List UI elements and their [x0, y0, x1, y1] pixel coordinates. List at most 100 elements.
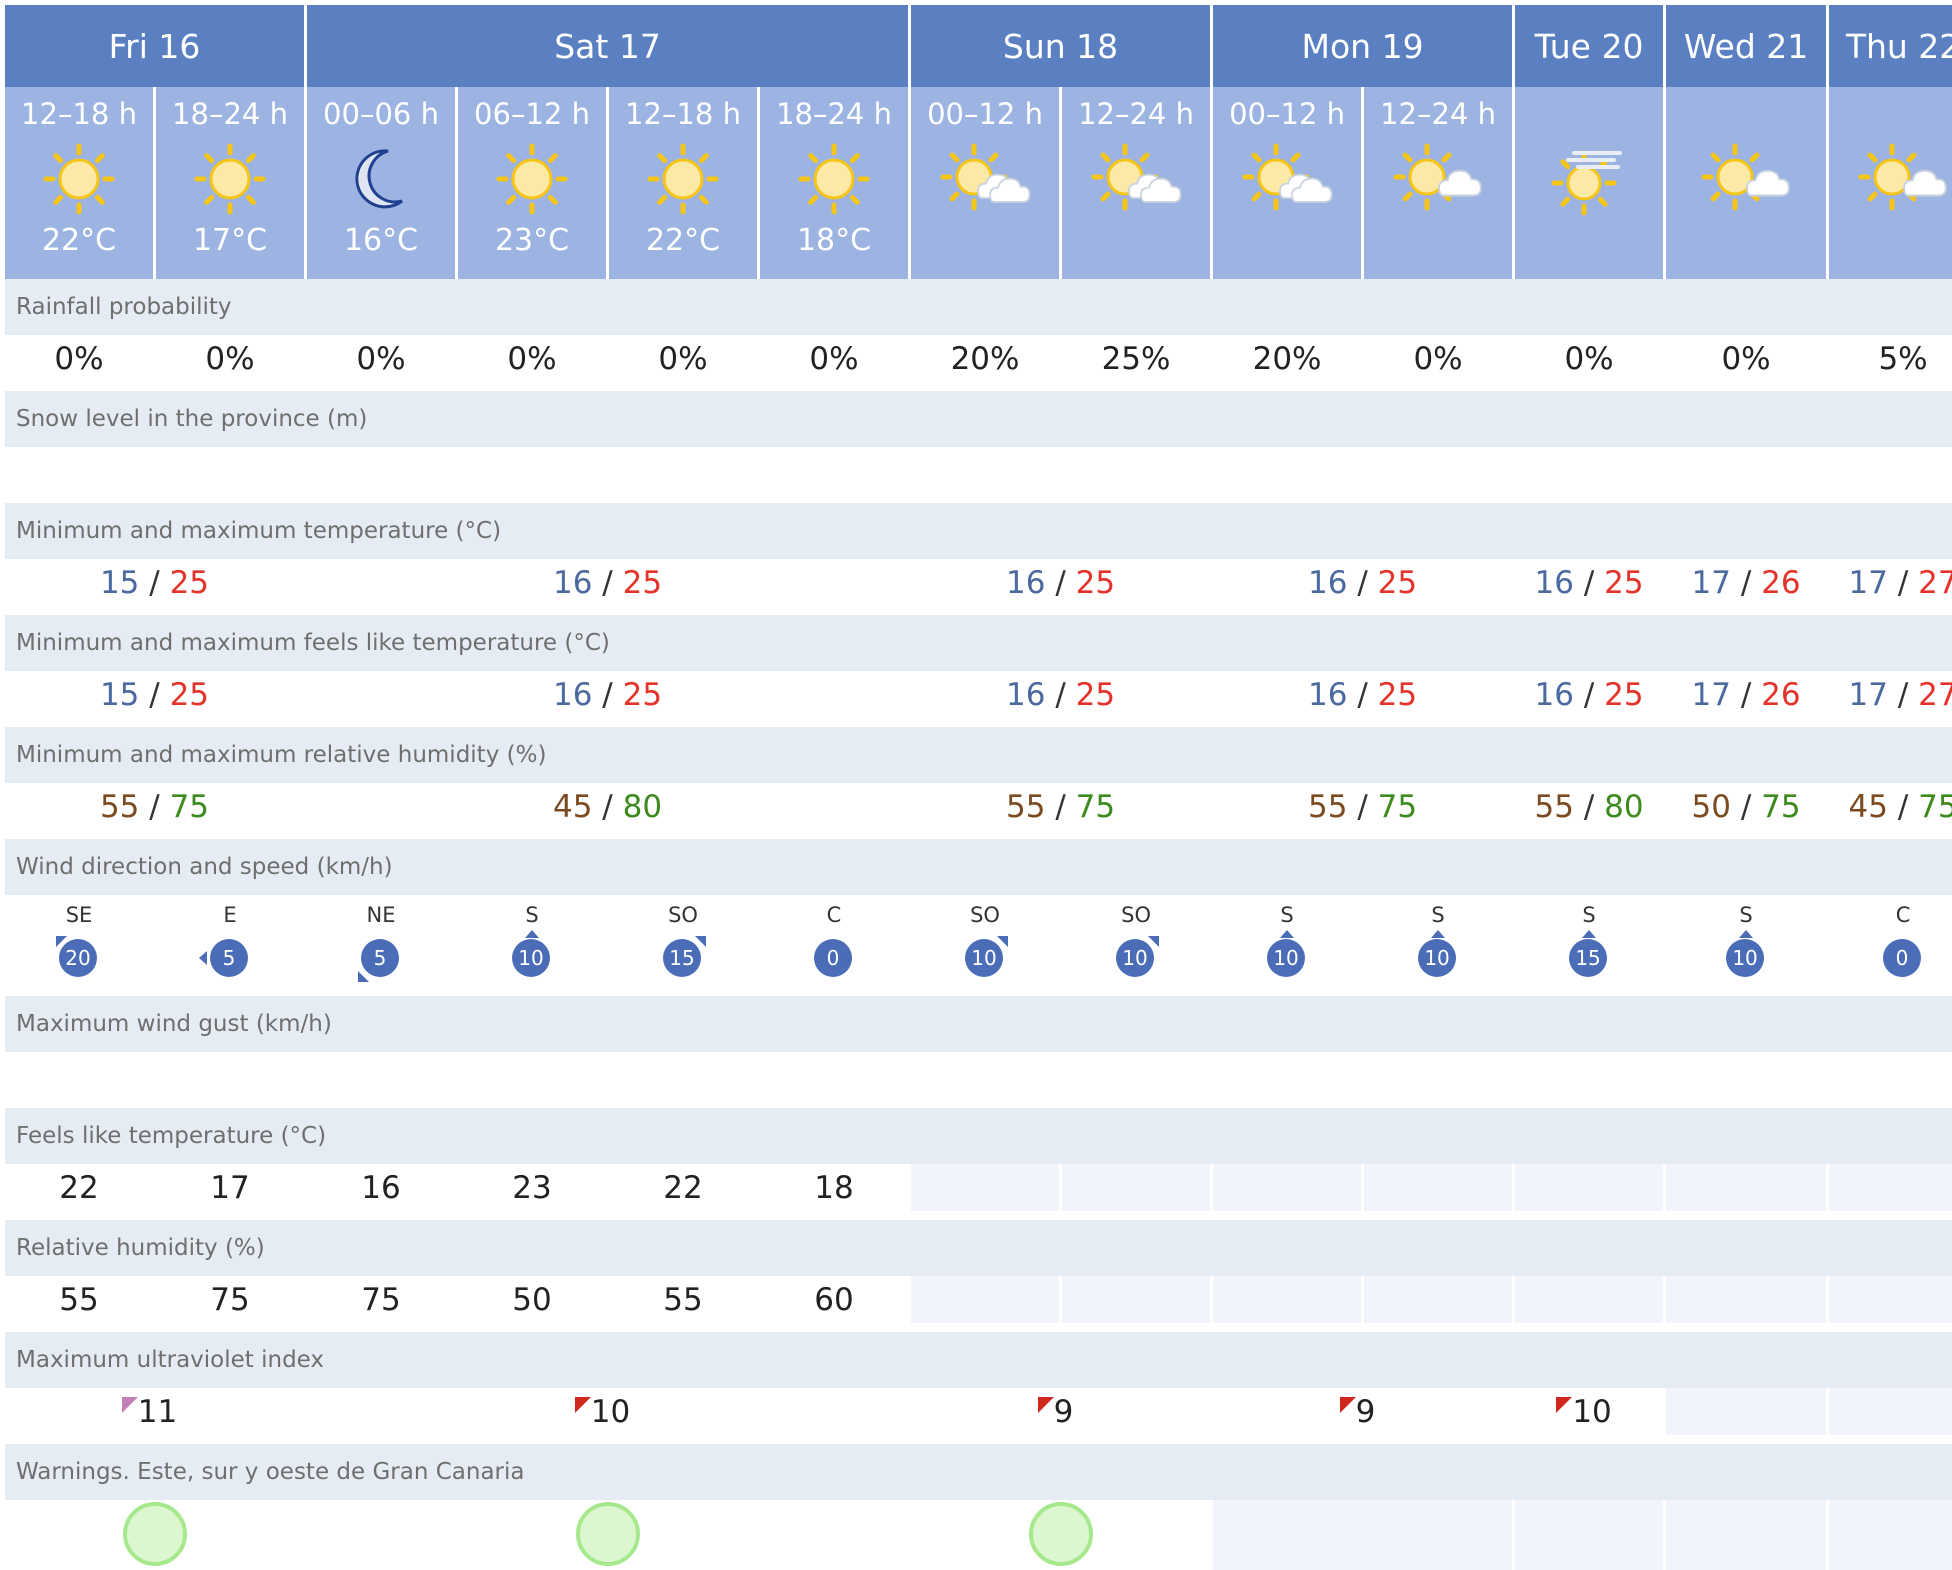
- wind-badge: 5: [199, 939, 250, 979]
- max-value: 25: [1604, 564, 1644, 601]
- period-cell[interactable]: [1515, 87, 1664, 279]
- separator: /: [1583, 676, 1595, 713]
- warning-cell[interactable]: [307, 1500, 909, 1570]
- feels-like-value: 23: [458, 1164, 606, 1211]
- moon-icon: [307, 139, 455, 221]
- empty-cell: [1666, 1164, 1827, 1211]
- separator: /: [1357, 676, 1368, 713]
- wind-badge: 20: [56, 936, 99, 979]
- rainfall-value: 0%: [458, 335, 606, 382]
- day-header[interactable]: Sat 17: [307, 5, 909, 87]
- empty-cell: [1515, 1276, 1664, 1323]
- separator: /: [1740, 676, 1752, 713]
- wind-badge: 10: [965, 936, 1009, 979]
- separator: /: [1055, 564, 1066, 601]
- day-header[interactable]: Sun 18: [911, 5, 1211, 87]
- period-cell[interactable]: 12–18 h 22°C: [609, 87, 757, 279]
- humidity-value: 50: [458, 1276, 606, 1323]
- max-value: 26: [1761, 564, 1801, 601]
- period-cell[interactable]: 00–12 h: [1213, 87, 1362, 279]
- empty-cell: [1829, 1052, 1952, 1099]
- wind-badge: 15: [1569, 930, 1609, 979]
- period-cell[interactable]: [1666, 87, 1827, 279]
- period-cell[interactable]: 12–24 h: [1364, 87, 1513, 279]
- day-header[interactable]: Tue 20: [1515, 5, 1664, 87]
- period-cell[interactable]: 00–06 h 16°C: [307, 87, 455, 279]
- sun-icon: [458, 139, 606, 221]
- wind-direction: S: [1280, 903, 1294, 927]
- no-warning-green-icon: [122, 1502, 187, 1566]
- period-row: 12–18 h 22°C 18–24 h 17°C 00–06 h 16°C 06–1…: [5, 87, 1952, 279]
- max-value: 80: [622, 788, 663, 825]
- day-header[interactable]: Mon 19: [1213, 5, 1513, 87]
- empty-cell: [307, 447, 455, 494]
- period-label: 18–24 h: [172, 97, 288, 131]
- period-label: 00–06 h: [323, 97, 439, 131]
- rainfall-value: 5%: [1829, 335, 1952, 382]
- wind-badge: 10: [512, 930, 552, 979]
- temperature-range: 16 / 25: [307, 559, 909, 606]
- period-temperature: 16°C: [343, 223, 419, 258]
- humidity-range: 55 / 75: [911, 783, 1211, 830]
- wind-speed: 0: [814, 939, 853, 977]
- period-temperature: 22°C: [41, 223, 117, 258]
- row-label-warnings: Warnings. Este, sur y oeste de Gran Cana…: [5, 1444, 1952, 1500]
- period-temperature: 17°C: [192, 223, 268, 258]
- warning-cell[interactable]: [911, 1500, 1211, 1570]
- day-header[interactable]: Thu 22: [1829, 5, 1952, 87]
- period-cell[interactable]: 18–24 h 18°C: [760, 87, 909, 279]
- sun-clouds-icon: [1062, 139, 1210, 221]
- empty-cell: [1829, 1276, 1952, 1323]
- feels-like-range: 16 / 25: [1213, 671, 1513, 718]
- day-header[interactable]: Fri 16: [5, 5, 304, 87]
- rainfall-row: 0% 0% 0% 0% 0% 0% 20% 25% 20% 0% 0% 0% 5%: [5, 335, 1952, 382]
- humidity-value: 55: [609, 1276, 757, 1323]
- period-cell[interactable]: 00–12 h: [911, 87, 1060, 279]
- uv-cell: 9: [911, 1388, 1211, 1435]
- period-cell[interactable]: 18–24 h 17°C: [156, 87, 304, 279]
- uv-cell: 11: [5, 1388, 304, 1435]
- uv-level-flag-icon: [1037, 1396, 1054, 1413]
- wind-cell: C 0: [1829, 895, 1952, 996]
- min-value: 16: [1006, 564, 1046, 601]
- humidity-range: 50 / 75: [1666, 783, 1827, 830]
- period-cell[interactable]: 06–12 h 23°C: [458, 87, 606, 279]
- empty-cell: [760, 1052, 909, 1099]
- period-cell[interactable]: [1829, 87, 1952, 279]
- rainfall-value: 0%: [760, 335, 909, 382]
- separator: /: [1583, 564, 1595, 601]
- empty-cell: [1364, 1276, 1513, 1323]
- feels-like-range: 16 / 25: [1515, 671, 1664, 718]
- uv-value: 11: [137, 1393, 178, 1430]
- feels-like-value: 22: [609, 1164, 757, 1211]
- warning-cell[interactable]: [5, 1500, 304, 1570]
- uv-value: 10: [1572, 1393, 1612, 1430]
- sun-cloud-icon: [1666, 139, 1826, 221]
- empty-cell: [1515, 1052, 1664, 1099]
- empty-cell: [1213, 1052, 1362, 1099]
- wind-speed: 15: [1569, 939, 1608, 977]
- row-label-feels-range: Minimum and maximum feels like temperatu…: [5, 615, 1952, 671]
- row-label-humidity: Relative humidity (%): [5, 1220, 1952, 1276]
- period-cell[interactable]: 12–18 h 22°C: [5, 87, 153, 279]
- rainfall-value: 0%: [609, 335, 757, 382]
- max-value: 25: [1075, 564, 1116, 601]
- empty-cell: [1062, 1276, 1211, 1323]
- period-label: [1515, 97, 1663, 131]
- feels-like-range-row: 15 / 25 16 / 25 16 / 25 16 / 25 16 / 25 17 / …: [5, 671, 1952, 718]
- wind-speed: 10: [965, 939, 1004, 977]
- empty-cell: [911, 1276, 1060, 1323]
- temperature-range: 17 / 26: [1666, 559, 1827, 606]
- min-value: 55: [99, 788, 140, 825]
- temperature-range: 15 / 25: [5, 559, 304, 606]
- max-value: 75: [1075, 788, 1116, 825]
- empty-cell: [1666, 1052, 1827, 1099]
- empty-cell: [458, 447, 606, 494]
- day-header[interactable]: Wed 21: [1666, 5, 1827, 87]
- period-label: 00–12 h: [1229, 97, 1345, 131]
- rainfall-value: 25%: [1062, 335, 1211, 382]
- wind-direction: SO: [970, 903, 1000, 927]
- period-cell[interactable]: 12–24 h: [1062, 87, 1211, 279]
- separator: /: [1897, 564, 1909, 601]
- rainfall-value: 0%: [156, 335, 304, 382]
